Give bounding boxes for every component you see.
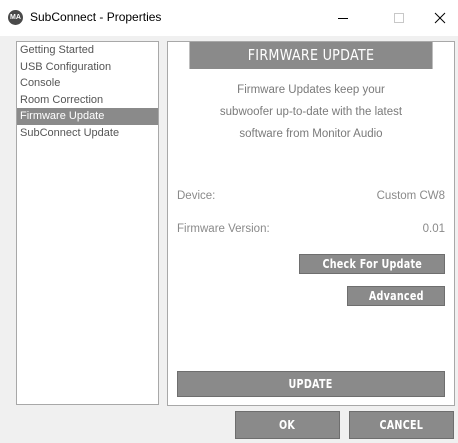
advanced-button[interactable]: Advanced [347,286,445,306]
close-button[interactable] [421,0,458,36]
nav-item-usb-configuration[interactable]: USB Configuration [17,59,158,76]
panel-title: FIRMWARE UPDATE [189,42,433,69]
window-title: SubConnect - Properties [30,10,162,24]
close-icon [434,12,446,24]
maximize-icon [394,13,404,23]
update-button[interactable]: UPDATE [177,371,445,397]
nav-item-room-correction[interactable]: Room Correction [17,92,158,109]
minimize-icon [338,18,348,19]
nav-item-subconnect-update[interactable]: SubConnect Update [17,125,158,142]
check-for-update-label: Check For Update [322,257,422,271]
ok-button[interactable]: OK [235,411,340,439]
firmware-version-label: Firmware Version: [177,223,270,235]
nav-item-firmware-update[interactable]: Firmware Update [17,108,158,125]
update-label: UPDATE [288,377,334,391]
cancel-label: CANCEL [379,418,424,432]
title-bar[interactable]: MA SubConnect - Properties [0,0,458,36]
firmware-version-value: 0.01 [422,223,445,235]
device-label: Device: [177,190,216,202]
nav-item-getting-started[interactable]: Getting Started [17,42,158,59]
description-line-2: subwoofer up-to-date with the latest [219,106,403,118]
description-line-1: Firmware Updates keep your [237,84,385,96]
firmware-update-panel: FIRMWARE UPDATE Firmware Updates keep yo… [167,41,455,406]
check-for-update-button[interactable]: Check For Update [299,254,445,274]
app-logo-icon: MA [8,10,23,25]
ok-label: OK [279,418,296,432]
description-line-3: software from Monitor Audio [239,128,383,140]
settings-nav-list: Getting Started USB Configuration Consol… [16,41,159,405]
advanced-label: Advanced [368,289,424,303]
properties-window: MA SubConnect - Properties Getting Start… [0,0,458,443]
maximize-button[interactable] [376,0,422,36]
cancel-button[interactable]: CANCEL [349,411,454,439]
nav-item-console[interactable]: Console [17,75,158,92]
device-value: Custom CW8 [376,190,445,202]
minimize-button[interactable] [320,0,366,36]
